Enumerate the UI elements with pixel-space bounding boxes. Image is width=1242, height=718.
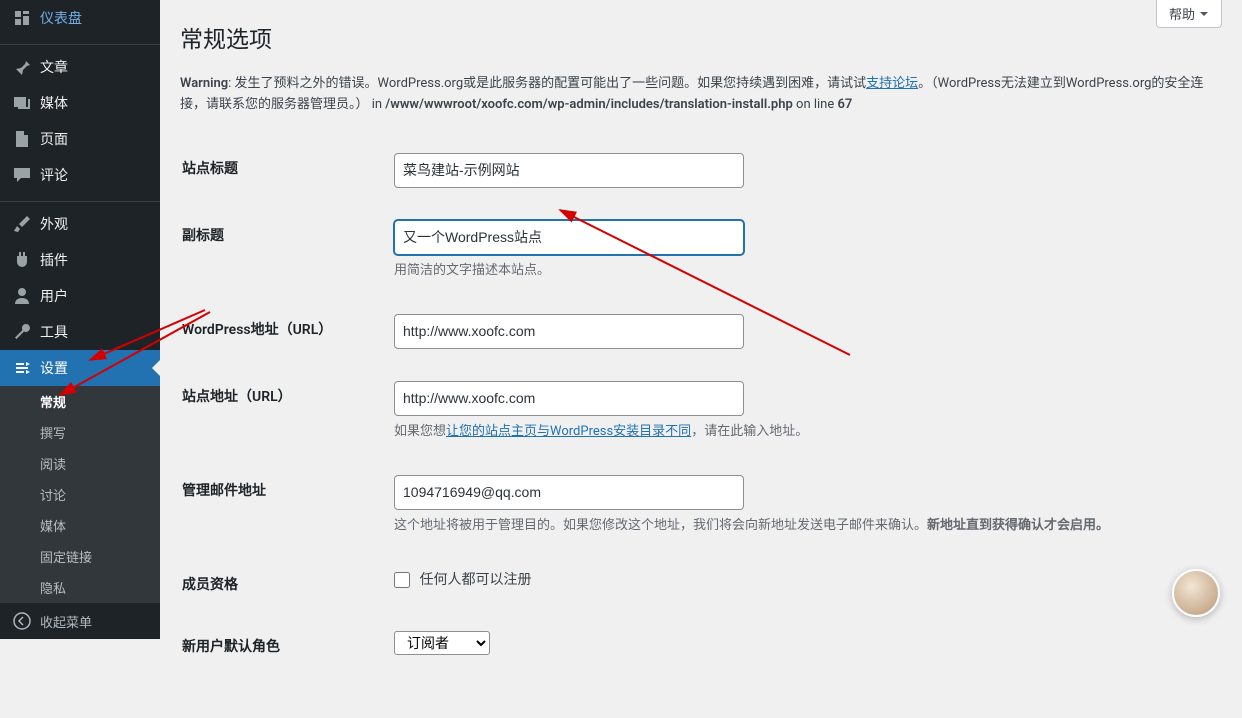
site-title-input[interactable] (394, 153, 744, 188)
collapse-menu[interactable]: 收起菜单 (0, 603, 160, 639)
help-tab-label: 帮助 (1169, 4, 1195, 23)
sidebar-item-comments[interactable]: 评论 (0, 157, 160, 193)
site-title-label: 站点标题 (182, 138, 382, 203)
sidebar-item-dashboard[interactable]: 仪表盘 (0, 0, 160, 36)
site-url-description: 如果您想让您的站点主页与WordPress安装目录不同，请在此输入地址。 (394, 422, 1210, 443)
chevron-down-icon (1199, 9, 1209, 19)
sidebar-item-appearance[interactable]: 外观 (0, 206, 160, 242)
wp-url-input[interactable] (394, 314, 744, 349)
sidebar-label: 评论 (40, 165, 68, 185)
admin-email-input[interactable] (394, 475, 744, 510)
sidebar-label: 工具 (40, 322, 68, 342)
settings-icon (12, 358, 32, 378)
default-role-select[interactable]: 订阅者 (394, 631, 490, 655)
floating-avatar[interactable] (1172, 569, 1220, 617)
sidebar-label: 外观 (40, 214, 68, 234)
comment-icon (12, 165, 32, 185)
sidebar-label: 设置 (40, 358, 68, 378)
wp-url-label: WordPress地址（URL） (182, 299, 382, 364)
site-url-help-link[interactable]: 让您的站点主页与WordPress安装目录不同 (446, 424, 691, 439)
submenu-item-privacy[interactable]: 隐私 (0, 572, 160, 603)
tagline-description: 用简洁的文字描述本站点。 (394, 261, 1210, 282)
site-url-input[interactable] (394, 381, 744, 416)
collapse-label: 收起菜单 (40, 612, 92, 631)
admin-email-description: 这个地址将被用于管理目的。如果您修改这个地址，我们将会向新地址发送电子邮件来确认… (394, 516, 1210, 537)
sidebar-item-pages[interactable]: 页面 (0, 121, 160, 157)
media-icon (12, 93, 32, 113)
sidebar-label: 媒体 (40, 93, 68, 113)
submenu-item-media[interactable]: 媒体 (0, 510, 160, 541)
plugin-icon (12, 250, 32, 270)
tagline-label: 副标题 (182, 205, 382, 297)
membership-label: 成员资格 (182, 554, 382, 614)
help-tab[interactable]: 帮助 (1156, 0, 1222, 28)
wrench-icon (12, 322, 32, 342)
menu-separator (0, 40, 160, 45)
admin-email-label: 管理邮件地址 (182, 460, 382, 552)
sidebar-item-tools[interactable]: 工具 (0, 314, 160, 350)
sidebar-label: 文章 (40, 57, 68, 77)
tagline-input[interactable] (394, 220, 744, 255)
submenu-item-reading[interactable]: 阅读 (0, 448, 160, 479)
submenu-item-writing[interactable]: 撰写 (0, 417, 160, 448)
sidebar-item-media[interactable]: 媒体 (0, 85, 160, 121)
sidebar-label: 插件 (40, 250, 68, 270)
membership-checkbox-label[interactable]: 任何人都可以注册 (394, 572, 531, 588)
sidebar-label: 仪表盘 (40, 8, 82, 28)
brush-icon (12, 214, 32, 234)
warning-message: Warning: 发生了预料之外的错误。WordPress.org或是此服务器的… (180, 74, 1222, 116)
user-icon (12, 286, 32, 306)
sidebar-label: 用户 (40, 286, 68, 306)
sidebar-item-posts[interactable]: 文章 (0, 49, 160, 85)
site-url-label: 站点地址（URL） (182, 366, 382, 458)
sidebar-item-settings[interactable]: 设置 (0, 350, 160, 386)
submenu-item-general[interactable]: 常规 (0, 386, 160, 417)
sidebar-item-users[interactable]: 用户 (0, 278, 160, 314)
menu-separator (0, 197, 160, 202)
submenu-item-discussion[interactable]: 讨论 (0, 479, 160, 510)
sidebar-label: 页面 (40, 129, 68, 149)
dashboard-icon (12, 8, 32, 28)
default-role-label: 新用户默认角色 (182, 616, 382, 676)
support-forum-link[interactable]: 支持论坛 (866, 76, 918, 91)
collapse-icon (12, 611, 32, 631)
sidebar-item-plugins[interactable]: 插件 (0, 242, 160, 278)
page-title: 常规选项 (180, 0, 1222, 64)
pin-icon (12, 57, 32, 77)
page-icon (12, 129, 32, 149)
membership-checkbox[interactable] (394, 572, 410, 588)
settings-submenu: 常规 撰写 阅读 讨论 媒体 固定链接 隐私 (0, 386, 160, 603)
submenu-item-permalinks[interactable]: 固定链接 (0, 541, 160, 572)
